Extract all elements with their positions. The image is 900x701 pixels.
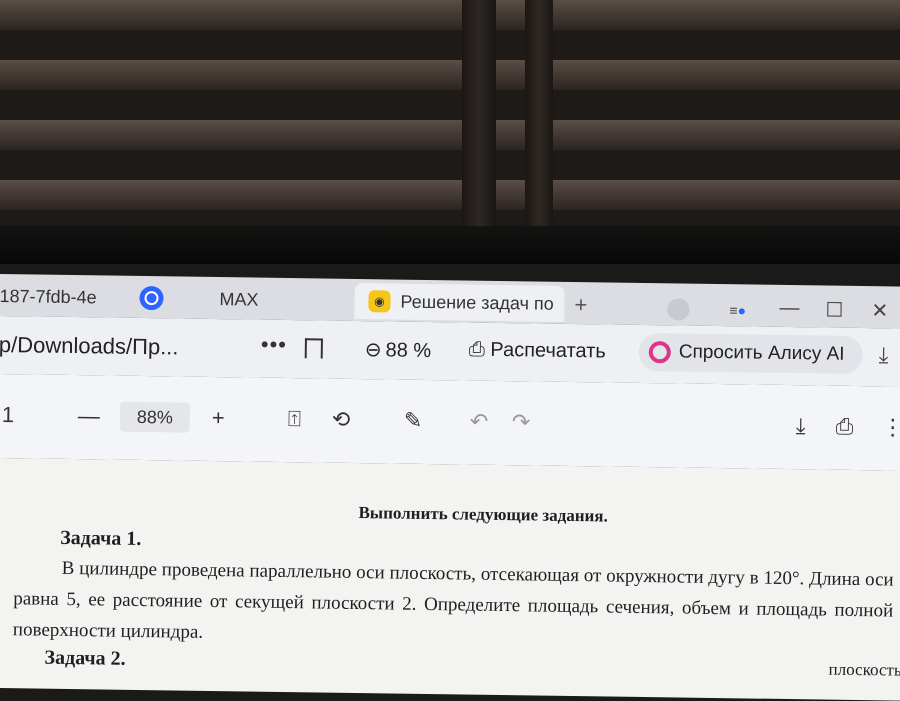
draw-icon[interactable]: ✎	[404, 408, 423, 434]
minimize-button[interactable]: —	[779, 297, 799, 320]
print-icon[interactable]: ⎙	[836, 414, 854, 440]
task1-text: В цилиндре проведена параллельно оси пло…	[12, 557, 894, 643]
window-blinds-background	[0, 0, 900, 262]
maximize-button[interactable]: ☐	[825, 298, 843, 323]
pdf-toolbar: 1 — 88% + ⍐ ⟲ ✎ ↶ ↷ ⤓ ⎙ ⋮	[0, 373, 900, 471]
tab-label: Решение задач по	[400, 291, 554, 314]
alice-label: Спросить Алису AI	[678, 341, 845, 365]
tab-active-reshenie[interactable]: ◉ Решение задач по	[354, 282, 565, 322]
redo-icon[interactable]: ↷	[512, 409, 531, 435]
monitor-bezel	[0, 226, 900, 264]
zoom-out-magnifier-icon: ⊖	[364, 339, 382, 362]
notifications-icon[interactable]: ≡●	[729, 302, 749, 318]
zoom-value-field[interactable]: 88%	[119, 401, 191, 433]
new-tab-button[interactable]: +	[574, 292, 587, 318]
zoom-out-button[interactable]: —	[78, 403, 100, 429]
more-vertical-icon[interactable]: ⋮	[882, 414, 900, 440]
close-button[interactable]: ✕	[871, 298, 888, 323]
tab-max[interactable]: MAX	[219, 283, 339, 317]
more-options-button[interactable]: •••	[261, 332, 287, 358]
yandex-tab-icon: ◉	[368, 290, 391, 313]
print-label: Распечатать	[490, 338, 606, 363]
tab-label: 187-7fdb-4e	[0, 285, 97, 307]
task2-cut-text: плоскостью	[828, 659, 900, 680]
zoom-level-text: 88 %	[385, 339, 432, 363]
print-button[interactable]: ⎙ Распечатать	[469, 339, 606, 364]
browser-window: 187-7fdb-4e MAX ◉ Решение задач по + ≡● …	[0, 262, 900, 701]
undo-icon[interactable]: ↶	[470, 409, 489, 435]
bookmark-icon[interactable]	[304, 338, 323, 359]
alice-icon	[648, 341, 671, 364]
fit-page-icon[interactable]: ⍐	[288, 406, 302, 432]
task1-title: Задача 1.	[60, 526, 142, 550]
ask-alice-button[interactable]: Спросить Алису AI	[638, 332, 863, 375]
task2-title: Задача 2.	[44, 646, 126, 670]
url-field[interactable]: p/Downloads/Пр...	[0, 332, 179, 361]
download-icon[interactable]: ⤓	[796, 413, 806, 439]
max-messenger-icon	[139, 285, 164, 311]
document-heading: Выполнить следующие задания.	[358, 503, 608, 526]
tab-label: MAX	[219, 288, 259, 310]
tab-max-messenger[interactable]	[139, 282, 199, 315]
profile-icon[interactable]	[667, 298, 690, 321]
zoom-in-button[interactable]: +	[212, 405, 225, 431]
downloads-icon[interactable]: ⤓	[879, 342, 889, 368]
printer-icon: ⎙	[468, 338, 491, 361]
pdf-page: Выполнить следующие задания. Задача 1. В…	[0, 457, 900, 701]
rotate-icon[interactable]: ⟲	[332, 407, 351, 433]
zoom-indicator[interactable]: ⊖ 88 %	[365, 337, 432, 363]
tab-download-id[interactable]: 187-7fdb-4e	[0, 280, 120, 314]
page-number[interactable]: 1	[2, 402, 15, 428]
